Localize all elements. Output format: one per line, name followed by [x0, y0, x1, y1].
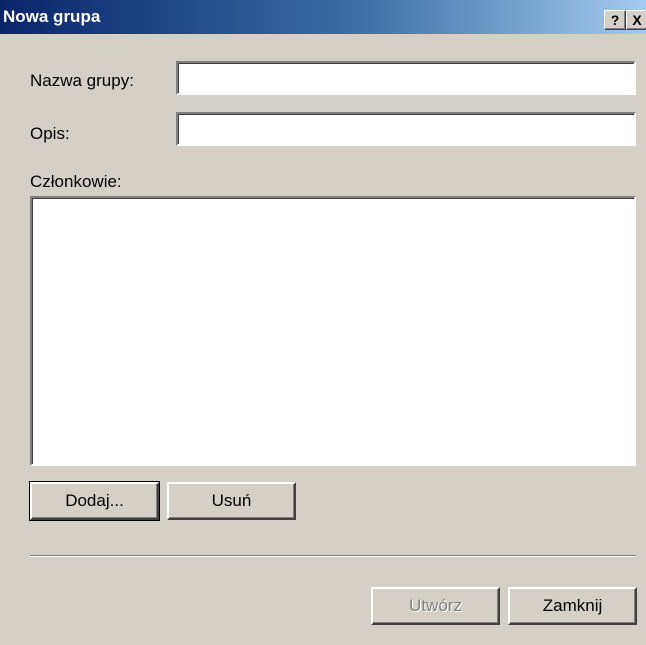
add-member-button[interactable]: Dodaj... — [29, 481, 160, 521]
close-icon: X — [632, 12, 642, 28]
group-name-input[interactable] — [176, 61, 636, 95]
remove-member-button[interactable]: Usuń — [167, 482, 296, 520]
close-button[interactable]: Zamknij — [508, 587, 637, 625]
separator — [30, 555, 636, 557]
title-bar[interactable]: Nowa grupa ? X — [0, 0, 646, 34]
close-window-button[interactable]: X — [626, 10, 646, 30]
help-button[interactable]: ? — [604, 10, 626, 30]
window-title: Nowa grupa — [3, 7, 101, 26]
new-group-dialog: Nowa grupa ? X Nazwa grupy: Opis: Członk… — [0, 0, 646, 645]
description-input[interactable] — [176, 112, 636, 146]
members-list[interactable] — [30, 196, 636, 466]
members-label: Członkowie: — [30, 172, 122, 191]
group-name-label: Nazwa grupy: — [30, 71, 134, 90]
help-icon: ? — [610, 12, 620, 28]
description-label: Opis: — [30, 124, 70, 143]
create-button[interactable]: Utwórz — [371, 587, 500, 625]
